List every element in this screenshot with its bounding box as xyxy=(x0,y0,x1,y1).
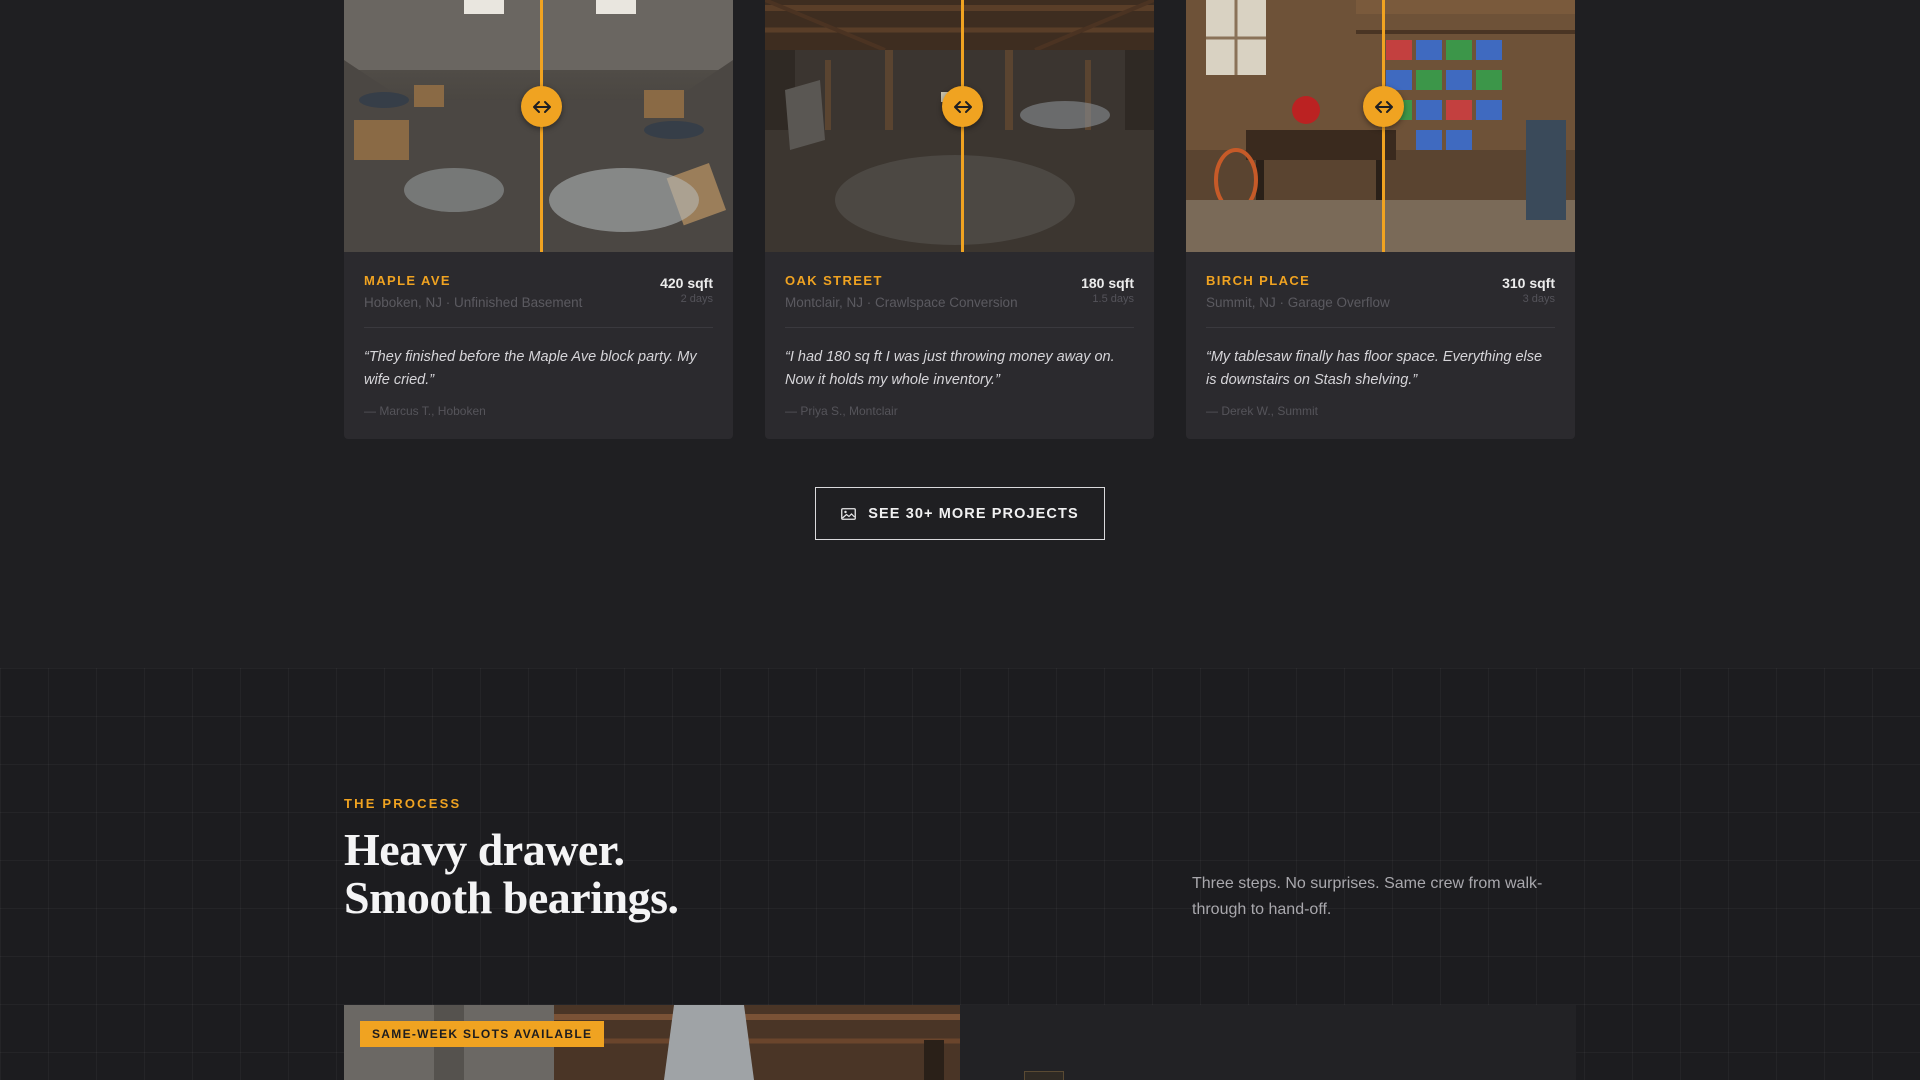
project-duration: 1.5 days xyxy=(1092,293,1134,305)
drag-arrows-icon[interactable] xyxy=(521,86,562,127)
project-cards: MAPLE AVE Hoboken, NJ · Unfinished Basem… xyxy=(344,0,1576,439)
testimonial-author: — Marcus T., Hoboken xyxy=(364,404,486,418)
page: MAPLE AVE Hoboken, NJ · Unfinished Basem… xyxy=(0,0,1920,1080)
section-eyebrow: THE PROCESS xyxy=(344,796,462,811)
see-more-projects-button[interactable]: SEE 30+ MORE PROJECTS xyxy=(815,487,1105,540)
project-card-maple-ave: MAPLE AVE Hoboken, NJ · Unfinished Basem… xyxy=(344,0,733,439)
testimonial-quote: “I had 180 sq ft I was just throwing mon… xyxy=(785,349,1115,388)
section-lede: Three steps. No surprises. Same crew fro… xyxy=(1192,875,1543,918)
project-location: Summit, NJ · Garage Overflow xyxy=(1206,295,1390,310)
project-duration: 3 days xyxy=(1522,293,1555,305)
headline-line-1: Heavy drawer. xyxy=(344,824,625,875)
section-headline: Heavy drawer. Smooth bearings. xyxy=(344,824,679,923)
headline-line-2: Smooth bearings. xyxy=(344,872,679,923)
availability-badge: SAME-WEEK SLOTS AVAILABLE xyxy=(360,1021,605,1047)
before-after-slider[interactable] xyxy=(765,0,1154,252)
project-card-oak-street: OAK STREET Montclair, NJ · Crawlspace Co… xyxy=(765,0,1154,439)
project-duration: 2 days xyxy=(680,293,713,305)
gallery-icon xyxy=(841,507,857,520)
testimonial-author: — Priya S., Montclair xyxy=(785,404,898,418)
before-after-slider[interactable] xyxy=(1186,0,1575,252)
see-more-projects-label: SEE 30+ MORE PROJECTS xyxy=(868,505,1079,522)
project-street: OAK STREET xyxy=(785,273,883,288)
process-steps-panel xyxy=(960,1005,1576,1080)
drag-arrows-icon[interactable] xyxy=(942,86,983,127)
project-location: Montclair, NJ · Crawlspace Conversion xyxy=(785,295,1018,310)
divider xyxy=(785,327,1134,328)
testimonial-author: — Derek W., Summit xyxy=(1206,404,1319,418)
before-after-slider[interactable] xyxy=(344,0,733,252)
project-size: 420 sqft xyxy=(660,275,713,291)
process-section: THE PROCESS Heavy drawer. Smooth bearing… xyxy=(0,668,1920,1080)
drag-arrows-icon[interactable] xyxy=(1363,86,1404,127)
step-chip xyxy=(1024,1071,1064,1080)
project-street: BIRCH PLACE xyxy=(1206,273,1311,288)
testimonial-quote: “They finished before the Maple Ave bloc… xyxy=(364,349,697,388)
project-location: Hoboken, NJ · Unfinished Basement xyxy=(364,295,583,310)
project-street: MAPLE AVE xyxy=(364,273,451,288)
process-hero-image: SAME-WEEK SLOTS AVAILABLE xyxy=(344,1005,960,1080)
divider xyxy=(1206,327,1555,328)
project-size: 310 sqft xyxy=(1502,275,1555,291)
testimonial-quote: “My tablesaw finally has floor space. Ev… xyxy=(1206,349,1543,388)
divider xyxy=(364,327,713,328)
project-card-birch-place: BIRCH PLACE Summit, NJ · Garage Overflow… xyxy=(1186,0,1575,439)
project-size: 180 sqft xyxy=(1081,275,1134,291)
